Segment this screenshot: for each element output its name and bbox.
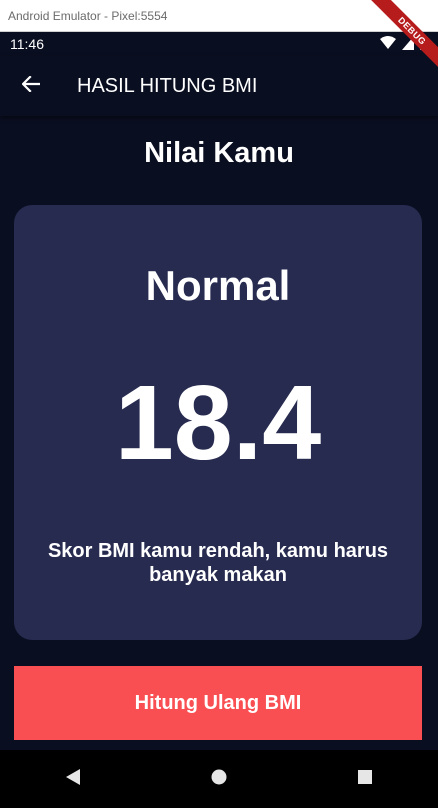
- app-bar-title: HASIL HITUNG BMI: [77, 74, 258, 97]
- system-nav-bar: [0, 750, 438, 808]
- bmi-category: Normal: [145, 262, 291, 309]
- triangle-back-icon: [65, 768, 81, 791]
- page-heading: Nilai Kamu: [144, 137, 294, 169]
- emulator-title-bar: Android Emulator - Pixel:5554: [0, 0, 438, 32]
- wifi-icon: [380, 35, 396, 53]
- app-bar: HASIL HITUNG BMI: [0, 56, 438, 116]
- nav-home-button[interactable]: [189, 750, 249, 808]
- bmi-advice: Skor BMI kamu rendah, kamu harus banyak …: [47, 540, 389, 586]
- emulator-title: Android Emulator - Pixel:5554: [8, 8, 168, 23]
- nav-back-button[interactable]: [43, 750, 103, 808]
- nav-recents-button[interactable]: [335, 750, 395, 808]
- recalculate-label: Hitung Ulang BMI: [134, 691, 302, 714]
- bmi-value: 18.4: [114, 364, 322, 482]
- arrow-left-icon: [21, 74, 41, 97]
- recalculate-button[interactable]: Hitung Ulang BMI: [14, 666, 422, 740]
- status-bar: 11:46: [0, 32, 438, 56]
- back-button[interactable]: [3, 58, 59, 114]
- status-time: 11:46: [10, 36, 44, 52]
- square-recents-icon: [357, 769, 373, 790]
- result-card: Normal 18.4 Skor BMI kamu rendah, kamu h…: [14, 205, 422, 640]
- circle-home-icon: [210, 768, 228, 791]
